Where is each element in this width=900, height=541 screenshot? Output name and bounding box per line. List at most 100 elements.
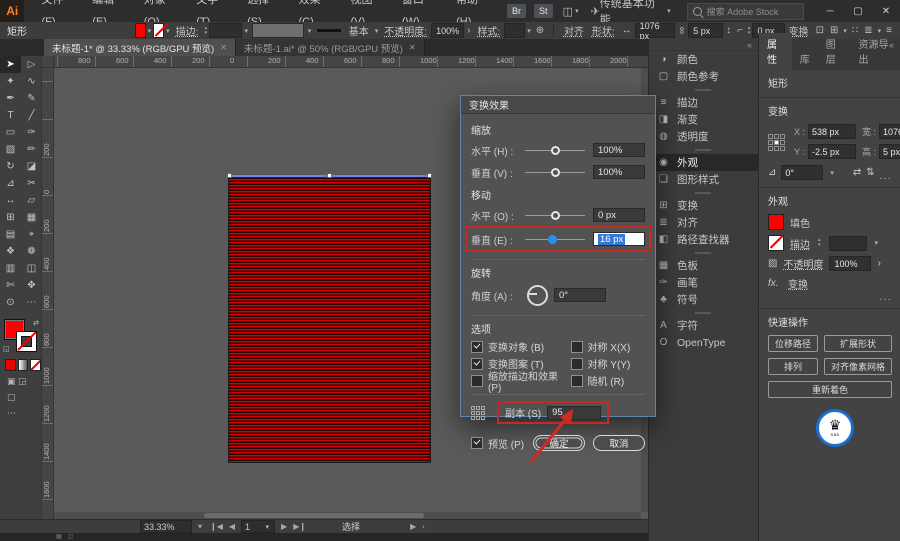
default-fill-stroke-icon[interactable]: ◱ — [3, 345, 10, 353]
more-options-icon[interactable]: ··· — [879, 173, 892, 184]
opentype-panel[interactable]: O OpenType — [649, 334, 758, 351]
move-vertical-input[interactable]: 16 px — [593, 232, 645, 246]
free-transform-tool[interactable]: ▱ — [21, 192, 42, 209]
panel-tab[interactable]: 库 — [792, 48, 818, 70]
brushes-panel[interactable]: ✑ 画笔 — [649, 274, 758, 291]
dock-panel-item[interactable] — [649, 85, 758, 94]
mesh-tool[interactable]: ▦ — [21, 209, 42, 226]
stroke-stepper[interactable]: ▴▾ — [204, 26, 207, 36]
selection-handle[interactable] — [327, 173, 332, 178]
document-setup-icon[interactable]: ⊕ — [536, 25, 544, 36]
curvature-tool[interactable]: ✎ — [21, 90, 42, 107]
flip-vertical-icon[interactable]: ⇅ — [866, 167, 874, 178]
brush-definition-dropdown[interactable] — [252, 23, 304, 38]
shape-builder-tool[interactable]: ▧ — [0, 141, 21, 158]
width-tool[interactable]: ↔ — [0, 192, 21, 209]
y-input[interactable]: -2.5 px — [808, 144, 856, 159]
share-icon[interactable]: ✈ — [591, 5, 600, 18]
dock-panel-item[interactable] — [649, 308, 758, 317]
checkbox[interactable] — [571, 375, 583, 387]
panel-tab[interactable]: 属性 — [759, 33, 792, 70]
appearance-panel[interactable]: ◉ 外观 — [649, 154, 758, 171]
stroke-weight-dropdown-icon[interactable]: ▾ — [244, 27, 248, 35]
striped-rectangle-artwork[interactable] — [228, 175, 431, 463]
reference-point-selector[interactable] — [768, 134, 785, 151]
dialog-title[interactable]: 变换效果 — [461, 96, 655, 114]
dock-panel-item[interactable] — [649, 188, 758, 197]
selection-tool[interactable]: ➤ — [0, 56, 21, 73]
rectangle-tool[interactable]: ▭ — [0, 124, 21, 141]
horizontal-ruler[interactable]: 8006004002000200400600800100012001400160… — [54, 56, 648, 68]
checkbox[interactable] — [471, 341, 483, 353]
move-horizontal-slider[interactable] — [525, 209, 585, 221]
panel-tab[interactable]: 图层 — [818, 33, 851, 70]
rotate-tool[interactable]: ↻ — [0, 158, 21, 175]
hand-tool[interactable]: ✥ — [21, 277, 42, 294]
tab-close-icon[interactable]: ✕ — [409, 43, 416, 52]
preview-checkbox-row[interactable]: 预览 (P) — [471, 436, 524, 451]
arrange-button[interactable]: 排列 — [768, 358, 818, 375]
tab-close-icon[interactable]: ✕ — [220, 43, 227, 52]
toolbar-more-icon[interactable]: ⋯ — [7, 408, 41, 419]
stroke-panel[interactable]: ≡ 描边 — [649, 94, 758, 111]
option-checkbox-row[interactable]: 缩放描边和效果 (P) — [471, 372, 567, 389]
type-tool[interactable]: T — [0, 107, 21, 124]
move-horizontal-input[interactable]: 0 px — [593, 208, 645, 222]
rotation-dropdown-icon[interactable]: ▾ — [830, 169, 834, 177]
stroke-swatch[interactable] — [16, 331, 37, 352]
lasso-tool[interactable]: ∿ — [21, 73, 42, 90]
eyedropper-tool[interactable]: ⌖ — [21, 226, 42, 243]
slider-handle[interactable] — [548, 235, 557, 244]
fill-color-swatch[interactable] — [135, 23, 146, 38]
preview-checkbox[interactable] — [471, 437, 483, 449]
line-segment-tool[interactable]: ╱ — [21, 107, 42, 124]
blend-tool[interactable]: ❖ — [0, 243, 21, 260]
corner-stepper[interactable]: ▴▾ — [748, 26, 751, 36]
checkbox[interactable] — [571, 358, 583, 370]
edit-toolbar[interactable]: ⋯ — [21, 294, 42, 311]
artboard-tool[interactable]: ◫ — [21, 260, 42, 277]
status-back-icon[interactable]: ‹ — [422, 522, 425, 531]
first-artboard-icon[interactable]: ❙◀ — [210, 522, 223, 531]
align-panel[interactable]: ≣ 对齐 — [649, 214, 758, 231]
copies-input[interactable]: 95 — [547, 406, 601, 420]
stroke-label[interactable]: 描边 — [790, 236, 810, 251]
fill-swatch[interactable] — [768, 214, 784, 230]
brush-dropdown-icon[interactable]: ▾ — [308, 27, 312, 35]
dock-panel-item[interactable] — [649, 145, 758, 154]
scrollbar-thumb[interactable] — [204, 513, 424, 518]
opacity-expand-icon[interactable]: › — [467, 25, 470, 36]
document-tab[interactable]: 未标题-1* @ 33.33% (RGB/GPU 预览) ✕ — [44, 39, 236, 56]
layout-icon[interactable]: ◫ — [563, 5, 573, 18]
scale-horizontal-slider[interactable] — [525, 144, 585, 156]
scale-horizontal-input[interactable]: 100% — [593, 143, 645, 157]
transform-panel[interactable]: ⊞ 变换 — [649, 197, 758, 214]
collapse-dock-icon[interactable]: « — [747, 40, 752, 50]
stroke-weight-label[interactable]: 描边: — [176, 23, 199, 38]
stroke-weight-input[interactable] — [209, 23, 243, 38]
draw-mode-icon[interactable]: ▣ ◲ — [7, 376, 41, 387]
slider-handle[interactable] — [551, 146, 560, 155]
dock-panel-item[interactable] — [649, 248, 758, 257]
direct-selection-tool[interactable]: ▷ — [21, 56, 42, 73]
layout-dropdown-icon[interactable]: ▾ — [575, 7, 579, 15]
fill-dropdown-icon[interactable]: ▾ — [148, 27, 152, 35]
last-artboard-icon[interactable]: ▶❙ — [293, 522, 306, 531]
angle-input[interactable]: 0° — [554, 288, 606, 302]
zoom-tool[interactable]: ⊙ — [0, 294, 21, 311]
symbols-panel[interactable]: ♣ 符号 — [649, 291, 758, 308]
pencil-tool[interactable]: ✏ — [21, 141, 42, 158]
align-label[interactable]: 对齐 — [564, 23, 584, 38]
option-checkbox-row[interactable]: 对称 Y(Y) — [571, 355, 646, 372]
style-swatch[interactable] — [504, 23, 525, 38]
angle-dial[interactable] — [527, 285, 548, 306]
checkbox[interactable] — [471, 358, 483, 370]
previous-artboard-icon[interactable]: ◀ — [229, 522, 235, 531]
character-panel[interactable]: A 字符 — [649, 317, 758, 334]
stroke-weight-dropdown-icon[interactable]: ▾ — [875, 239, 879, 247]
link-dimensions-icon[interactable]: ∞ — [676, 27, 687, 34]
scale-vertical-input[interactable]: 100% — [593, 165, 645, 179]
swap-fill-stroke-icon[interactable]: ⇄ — [33, 319, 39, 327]
expand-shape-button[interactable]: 扩展形状 — [824, 335, 892, 352]
zoom-level-input[interactable]: 33.33% — [140, 520, 192, 533]
